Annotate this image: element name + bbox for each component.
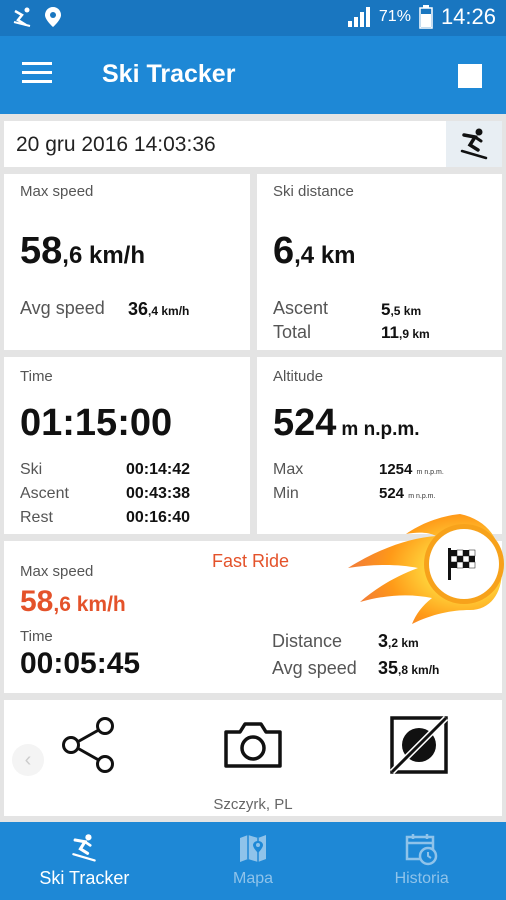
actions-panel: ‹ Szczyrk, PL (4, 700, 502, 816)
ski-distance-value: 6,4 km (273, 230, 356, 272)
avg-speed-value: 36,4 km/h (128, 299, 190, 319)
nav-historia-label: Historia (394, 870, 449, 887)
status-bar: 71% 14:26 (0, 0, 506, 36)
fast-avg-speed-value: 35,8 km/h (378, 658, 440, 678)
max-speed-label: Max speed (20, 183, 94, 200)
fast-max-speed-label: Max speed (20, 563, 94, 580)
fast-time-label: Time (20, 628, 53, 645)
stop-icon[interactable] (458, 64, 482, 88)
mode-button[interactable] (446, 121, 502, 167)
map-icon (240, 835, 266, 862)
session-date-bar: 20 gru 2016 14:03:36 (4, 121, 502, 167)
fast-distance-label: Distance (272, 631, 343, 651)
battery-icon (419, 5, 433, 29)
fast-avg-speed-label: Avg speed (272, 658, 357, 678)
skier-icon (72, 834, 97, 862)
max-speed-value: 58,6 km/h (20, 230, 145, 272)
max-altitude-label: Max (273, 461, 304, 478)
rest-time-value: 00:16:40 (126, 509, 191, 526)
altitude-label: Altitude (273, 368, 324, 385)
calendar-history-icon (405, 834, 437, 866)
app-title: Ski Tracker (102, 60, 236, 88)
total-value: 11,9 km (381, 323, 430, 342)
nav-mapa[interactable]: Mapa (169, 822, 338, 900)
nav-ski-tracker-label: Ski Tracker (39, 868, 130, 888)
min-altitude-value: 524 m n.p.m. (379, 485, 436, 502)
ski-time-label: Ski (20, 461, 43, 478)
altitude-value: 524 m n.p.m. (273, 402, 420, 444)
battery-percent: 71% (378, 8, 411, 25)
fast-max-speed-value: 58,6 km/h (20, 585, 126, 618)
avg-speed-label: Avg speed (20, 298, 105, 318)
altitude-unit: m n.p.m. (341, 419, 420, 440)
signal-icon (347, 7, 370, 27)
ski-time-value: 00:14:42 (126, 461, 191, 478)
fast-time-value: 00:05:45 (20, 647, 141, 680)
ski-distance-label: Ski distance (273, 183, 354, 200)
speed-card: Max speed 58,6 km/h Avg speed 36,4 km/h (4, 174, 250, 350)
time-label: Time (20, 368, 53, 385)
rest-time-label: Rest (20, 509, 53, 526)
nav-historia[interactable]: Historia (337, 822, 506, 900)
app-bar: Ski Tracker (0, 36, 506, 114)
nav-mapa-label: Mapa (232, 870, 274, 887)
chevron-left-icon[interactable]: ‹ (12, 744, 44, 776)
altitude-card: Altitude 524 m n.p.m. Max 1254 m n.p.m. … (257, 357, 502, 534)
fast-ride-badge[interactable] (340, 510, 506, 626)
skier-icon (460, 128, 488, 160)
time-value: 01:15:00 (20, 402, 173, 444)
status-time: 14:26 (440, 4, 496, 29)
ascent-time-label: Ascent (20, 485, 69, 502)
nav-ski-tracker[interactable]: Ski Tracker (0, 822, 169, 900)
bottom-navigation: Ski Tracker Mapa Historia (0, 822, 506, 900)
max-altitude-value: 1254 m n.p.m. (379, 461, 444, 478)
share-icon[interactable] (58, 714, 120, 776)
total-label: Total (273, 322, 312, 342)
no-photo-icon[interactable] (388, 714, 450, 776)
camera-icon[interactable] (222, 714, 284, 776)
ascent-time-value: 00:43:38 (126, 485, 191, 502)
fast-distance-value: 3,2 km (378, 631, 419, 651)
ski-notification-icon (13, 7, 31, 27)
location-pin-icon (45, 7, 61, 27)
min-altitude-label: Min (273, 485, 299, 502)
ascent-label: Ascent (273, 298, 329, 318)
fast-ride-title: Fast Ride (212, 551, 290, 571)
location-label: Szczyrk, PL (213, 796, 293, 813)
time-card: Time 01:15:00 Ski 00:14:42 Ascent 00:43:… (4, 357, 250, 534)
session-datetime: 20 gru 2016 14:03:36 (16, 133, 216, 156)
distance-card: Ski distance 6,4 km Ascent 5,5 km Total … (257, 174, 502, 350)
ascent-value: 5,5 km (381, 300, 422, 319)
hamburger-menu-icon[interactable] (22, 62, 52, 88)
